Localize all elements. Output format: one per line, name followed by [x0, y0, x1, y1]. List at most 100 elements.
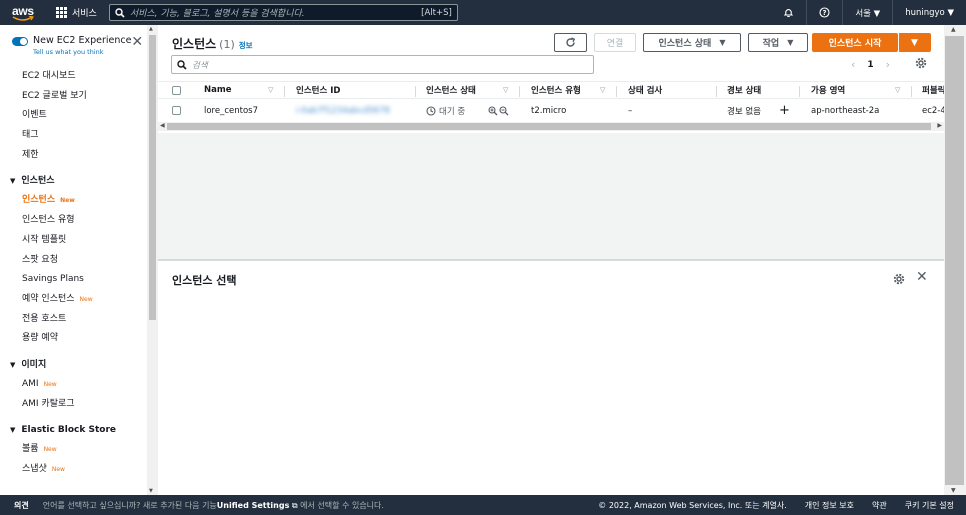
sidebar-item-volumes[interactable]: 볼륨 New [0, 440, 147, 460]
sidebar-item-capacity-reservations[interactable]: 용량 예약 [0, 329, 147, 349]
caret-down-icon: ▼ [10, 426, 16, 435]
copyright: © 2022, Amazon Web Services, Inc. 또는 계열사… [598, 500, 787, 510]
new-experience-toggle: New EC2 Experience Tell us what you thin… [0, 25, 147, 63]
instance-search-input[interactable]: 검색 [171, 55, 594, 74]
sidebar-item-instance-types[interactable]: 인스턴스 유형 [0, 211, 147, 231]
sidebar-item-spot-requests[interactable]: 스팟 요청 [0, 251, 147, 271]
page-scroll-thumb[interactable] [945, 36, 964, 485]
page-title: 인스턴스 (1) 정보 [172, 37, 253, 51]
scroll-down-icon[interactable]: ▼ [149, 488, 153, 494]
new-badge: New [43, 446, 57, 454]
sidebar-section-ebs[interactable]: ▼ Elastic Block Store [0, 420, 147, 440]
scroll-right-icon[interactable]: ▶ [937, 122, 942, 129]
table-scroll-thumb[interactable] [167, 123, 931, 130]
column-name[interactable]: Name [204, 85, 231, 95]
aws-logo[interactable]: aws [10, 2, 46, 24]
close-icon[interactable]: ✕ [131, 35, 143, 49]
row-instance-id[interactable]: i-0ab7f1234abcd5678 [296, 106, 390, 116]
account-menu[interactable]: huningyo ▼ [892, 0, 966, 25]
row-instance-type: t2.micro [531, 105, 567, 116]
table-settings-button[interactable] [915, 57, 927, 72]
external-link-icon: ⧉ [289, 500, 301, 510]
footer-message: 언어를 선택하고 싶으십니까? 새로 추가된 다음 기능Unified Sett… [42, 500, 384, 510]
zoom-in-icon[interactable] [488, 105, 498, 116]
row-name: lore_centos7 [204, 105, 259, 116]
sidebar-section-images[interactable]: ▼ 이미지 [0, 355, 147, 375]
prev-page-icon[interactable]: ‹ [851, 58, 855, 71]
row-alarm-status: 경보 없음 [727, 106, 761, 117]
cookie-preferences-link[interactable]: 쿠키 기본 설정 [905, 500, 954, 511]
terms-link[interactable]: 약관 [872, 500, 887, 511]
next-page-icon[interactable]: › [886, 58, 890, 71]
sort-icon[interactable]: ▽ [600, 86, 605, 94]
sidebar-scroll-thumb[interactable] [149, 35, 156, 320]
row-checkbox[interactable] [172, 106, 181, 115]
sidebar-item-instances[interactable]: 인스턴스 New [0, 191, 147, 211]
services-menu[interactable]: 서비스 [56, 6, 97, 19]
column-availability-zone[interactable]: 가용 영역 [811, 84, 845, 96]
column-alarm-status[interactable]: 경보 상태 [727, 84, 761, 96]
sidebar-section-instances[interactable]: ▼ 인스턴스 [0, 171, 147, 191]
select-all-checkbox[interactable] [172, 85, 181, 95]
sidebar: New EC2 Experience Tell us what you thin… [0, 25, 147, 495]
row-status-check: – [628, 105, 633, 116]
search-shortcut: [Alt+S] [421, 7, 452, 18]
refresh-button[interactable] [554, 33, 587, 52]
sidebar-scrollbar[interactable]: ▲ ▼ [147, 25, 158, 495]
new-experience-switch[interactable] [12, 37, 28, 46]
actions-button[interactable]: 작업 ▼ [748, 33, 808, 52]
privacy-link[interactable]: 개인 정보 보호 [805, 500, 854, 511]
services-label: 서비스 [72, 9, 97, 19]
launch-dropdown-button[interactable]: ▼ [898, 33, 931, 52]
scroll-up-icon[interactable]: ▲ [149, 26, 153, 32]
close-icon[interactable]: ✕ [916, 269, 928, 285]
sort-icon[interactable]: ▽ [268, 86, 273, 94]
sidebar-item-launch-templates[interactable]: 시작 템플릿 [0, 231, 147, 251]
scroll-down-icon[interactable]: ▼ [951, 487, 956, 494]
sidebar-item-events[interactable]: 이벤트 [0, 106, 147, 126]
zoom-out-icon[interactable] [499, 105, 509, 116]
current-page[interactable]: 1 [867, 60, 873, 70]
feedback-link[interactable]: Tell us what you think [33, 48, 131, 56]
info-link[interactable]: 정보 [239, 41, 253, 50]
new-badge: New [51, 466, 65, 473]
table-horizontal-scrollbar[interactable]: ◀ ▶ [158, 122, 944, 131]
unified-settings-link[interactable]: Unified Settings [217, 501, 290, 510]
global-search-input[interactable]: 서비스, 기능, 블로그, 설명서 등을 검색합니다. [Alt+S] [108, 4, 458, 21]
region-selector[interactable]: 서울 ▼ [842, 0, 892, 25]
column-instance-type[interactable]: 인스턴스 유형 [531, 84, 581, 96]
row-availability-zone: ap-northeast-2a [811, 105, 880, 116]
detail-title: 인스턴스 선택 [172, 274, 237, 287]
column-instance-id[interactable]: 인스턴스 ID [296, 84, 340, 96]
scroll-left-icon[interactable]: ◀ [160, 122, 165, 129]
notifications-button[interactable] [771, 0, 806, 25]
column-instance-state[interactable]: 인스턴스 상태 [426, 84, 476, 96]
sidebar-item-savings-plans[interactable]: Savings Plans [0, 270, 147, 290]
launch-instances-button[interactable]: 인스턴스 시작 [812, 33, 898, 52]
table-row[interactable]: lore_centos7 i-0ab7f1234abcd5678 대기 중 t2… [158, 100, 946, 121]
column-public-dns[interactable]: 퍼블릭 [922, 84, 945, 96]
feedback-link[interactable]: 의견 [0, 500, 43, 511]
main-content: 인스턴스 (1) 정보 연결 인스턴스 상태 ▼ 작업 ▼ 인스턴스 시작 ▼ 검색 ‹… [158, 25, 946, 495]
instance-state-button[interactable]: 인스턴스 상태 ▼ [643, 33, 741, 52]
sort-icon[interactable]: ▽ [503, 86, 508, 94]
connect-button[interactable]: 연결 [594, 33, 636, 52]
sidebar-item-global-view[interactable]: EC2 글로벌 보기 [0, 87, 147, 107]
page-scrollbar[interactable]: ▲ ▼ [944, 25, 966, 495]
sidebar-item-dashboard[interactable]: EC2 대시보드 [0, 67, 147, 87]
sidebar-item-limits[interactable]: 제한 [0, 146, 147, 166]
scroll-up-icon[interactable]: ▲ [951, 26, 956, 33]
detail-settings-button[interactable] [893, 273, 905, 288]
caret-down-icon: ▼ [10, 177, 16, 186]
sidebar-item-tags[interactable]: 태그 [0, 126, 147, 146]
help-button[interactable]: ? [806, 0, 842, 25]
sidebar-item-ami[interactable]: AMI New [0, 375, 147, 395]
sidebar-item-snapshots[interactable]: 스냅샷 New [0, 460, 147, 480]
sidebar-item-ami-catalog[interactable]: AMI 카탈로그 [0, 395, 147, 415]
sidebar-item-reserved-instances[interactable]: 예약 인스턴스 New [0, 290, 147, 310]
add-alarm-icon[interactable]: + [779, 103, 790, 118]
sort-icon[interactable]: ▽ [895, 86, 900, 94]
column-status-check[interactable]: 상태 검사 [628, 84, 662, 96]
sidebar-item-dedicated-hosts[interactable]: 전용 호스트 [0, 310, 147, 330]
row-public-dns: ec2-4 [922, 105, 946, 116]
